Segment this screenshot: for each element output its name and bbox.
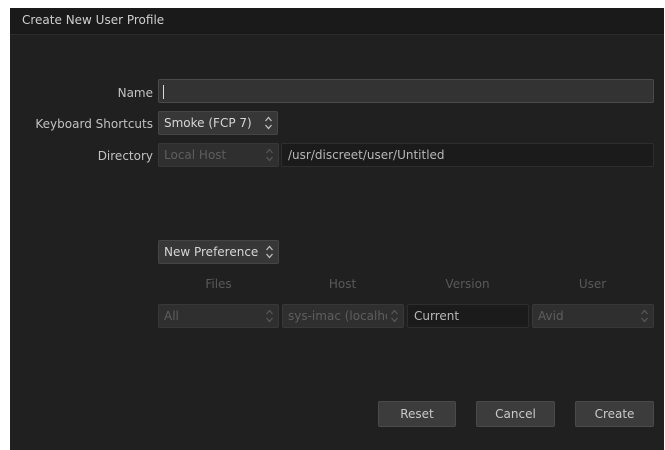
cancel-button[interactable]: Cancel <box>476 401 555 427</box>
create-user-profile-dialog: Create New User Profile Name Keyboard Sh… <box>10 8 664 450</box>
keyboard-shortcuts-select[interactable]: Smoke (FCP 7) <box>158 111 278 135</box>
create-button[interactable]: Create <box>575 401 654 427</box>
preferences-source-value: New Preferences <box>164 245 258 259</box>
directory-label: Directory <box>97 149 153 163</box>
up-down-chevron-icon <box>265 116 272 130</box>
column-header-files: Files <box>205 277 232 291</box>
title-bar[interactable]: Create New User Profile <box>10 8 664 35</box>
window-title: Create New User Profile <box>22 13 165 27</box>
name-field[interactable] <box>158 79 654 103</box>
up-down-chevron-icon <box>266 148 273 162</box>
name-label: Name <box>117 86 153 100</box>
user-value: Avid <box>538 309 564 323</box>
text-cursor-icon <box>163 84 164 99</box>
directory-location-select[interactable]: Local Host <box>158 143 279 167</box>
column-header-version: Version <box>445 277 490 291</box>
user-select[interactable]: Avid <box>532 304 654 328</box>
version-field[interactable]: Current <box>407 304 529 328</box>
up-down-chevron-icon <box>266 309 273 323</box>
column-header-host: Host <box>328 277 357 291</box>
up-down-chevron-icon <box>641 309 648 323</box>
preferences-source-select[interactable]: New Preferences <box>158 240 279 264</box>
keyboard-shortcuts-label: Keyboard Shortcuts <box>35 117 153 131</box>
reset-button[interactable]: Reset <box>378 401 456 427</box>
up-down-chevron-icon <box>391 309 398 323</box>
keyboard-shortcuts-value: Smoke (FCP 7) <box>164 116 252 130</box>
column-header-user: User <box>578 277 607 291</box>
directory-location-value: Local Host <box>164 148 227 162</box>
host-select[interactable]: sys-imac (localhost) <box>282 304 404 328</box>
host-value: sys-imac (localhost) <box>288 309 387 323</box>
files-select[interactable]: All <box>158 304 279 328</box>
up-down-chevron-icon <box>266 245 273 259</box>
directory-path-field[interactable]: /usr/discreet/user/Untitled <box>281 143 654 167</box>
files-value: All <box>164 309 179 323</box>
